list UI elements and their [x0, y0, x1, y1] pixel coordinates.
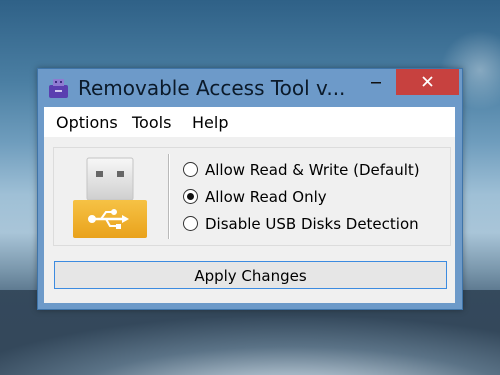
client-area: Options Tools Help Allow Read & Write (D…: [44, 107, 455, 303]
app-window: Removable Access Tool v... Options Tools…: [37, 68, 463, 310]
radio-selected-dot: [187, 193, 194, 200]
window-title: Removable Access Tool v...: [78, 76, 346, 100]
radio-label: Disable USB Disks Detection: [205, 215, 419, 233]
menu-bar: Options Tools Help: [44, 107, 455, 137]
menu-options[interactable]: Options: [56, 113, 118, 132]
minimize-icon: [371, 82, 381, 84]
radio-button[interactable]: [183, 216, 198, 231]
radio-button[interactable]: [183, 162, 198, 177]
minimize-button[interactable]: [360, 69, 392, 95]
group-divider: [168, 154, 170, 239]
radio-label: Allow Read Only: [205, 188, 327, 206]
menu-help[interactable]: Help: [192, 113, 228, 132]
radio-label: Allow Read & Write (Default): [205, 161, 420, 179]
menu-tools[interactable]: Tools: [132, 113, 171, 132]
close-button[interactable]: [396, 69, 459, 95]
radio-button-selected[interactable]: [183, 189, 198, 204]
apply-changes-button[interactable]: Apply Changes: [54, 261, 447, 289]
usb-app-icon: [49, 79, 68, 98]
title-bar[interactable]: Removable Access Tool v...: [38, 69, 462, 107]
close-icon: [422, 76, 433, 87]
access-mode-group: Allow Read & Write (Default) Allow Read …: [53, 147, 451, 246]
usb-drive-icon: [73, 157, 147, 238]
